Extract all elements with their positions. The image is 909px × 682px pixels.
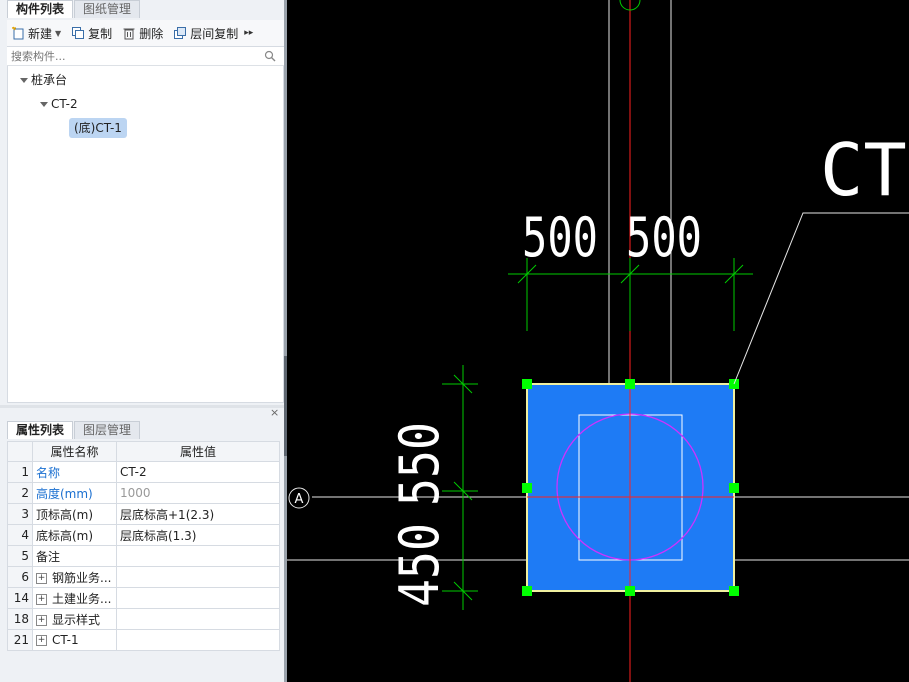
- property-table: 属性名称 属性值 1 名称 CT-2 2 高度(mm) 1000 3 顶标高(m…: [7, 441, 280, 651]
- new-button[interactable]: 新建 ▼: [11, 25, 61, 42]
- tree-node-label: 桩承台: [31, 73, 68, 87]
- tab-property-list[interactable]: 属性列表: [7, 421, 74, 439]
- property-name: 备注: [32, 545, 117, 567]
- property-value[interactable]: CT-2: [116, 461, 280, 483]
- property-name: + CT-1: [32, 629, 117, 651]
- expand-icon[interactable]: [20, 78, 28, 83]
- group-label: CT-1: [52, 633, 79, 647]
- tab-layer-manage[interactable]: 图层管理: [74, 421, 141, 439]
- property-name: + 显示样式: [32, 608, 117, 630]
- trash-icon: [123, 28, 135, 40]
- property-value[interactable]: [116, 608, 280, 630]
- expand-icon[interactable]: [40, 102, 48, 107]
- component-tabs: 构件列表 图纸管理: [7, 0, 141, 18]
- property-value[interactable]: [116, 545, 280, 567]
- property-tabs: 属性列表 图层管理: [7, 421, 141, 439]
- tree-node-label: (底)CT-1: [74, 121, 122, 135]
- tab-drawing-manage[interactable]: 图纸管理: [74, 0, 141, 18]
- tree-node-ct1[interactable]: (底)CT-1: [69, 118, 127, 138]
- row-number: 6: [7, 566, 33, 588]
- dimension-text-top-left: 500: [522, 206, 598, 269]
- table-row[interactable]: 6 + 钢筋业务...: [7, 566, 280, 588]
- delete-button[interactable]: 删除: [122, 25, 163, 42]
- property-value[interactable]: [116, 566, 280, 588]
- table-row[interactable]: 14 + 土建业务...: [7, 587, 280, 609]
- more-icon[interactable]: ▸▸: [244, 28, 253, 38]
- property-value[interactable]: 层底标高+1(2.3): [116, 503, 280, 525]
- tree-node-pile-cap[interactable]: 桩承台: [20, 70, 67, 90]
- copy-label: 复制: [88, 26, 113, 41]
- table-row[interactable]: 4 底标高(m) 层底标高(1.3): [7, 524, 280, 546]
- component-search: [7, 47, 284, 66]
- group-label: 钢筋业务...: [52, 570, 112, 585]
- component-tree: 桩承台 CT-2 (底)CT-1: [7, 66, 284, 403]
- property-value[interactable]: 层底标高(1.3): [116, 524, 280, 546]
- table-row[interactable]: 1 名称 CT-2: [7, 461, 280, 483]
- table-row[interactable]: 18 + 显示样式: [7, 608, 280, 630]
- group-label: 显示样式: [52, 612, 101, 627]
- search-input[interactable]: [7, 47, 255, 65]
- cad-canvas[interactable]: 500 500 550 450 CT- A: [287, 0, 909, 682]
- delete-label: 删除: [139, 26, 164, 41]
- expand-plus-icon[interactable]: +: [36, 635, 47, 646]
- property-value[interactable]: 1000: [116, 482, 280, 504]
- floor-copy-label: 层间复制: [190, 26, 239, 41]
- row-number: 1: [7, 461, 33, 483]
- chevron-down-icon[interactable]: ▼: [55, 29, 61, 38]
- dimension-text-left-bottom: 450: [388, 523, 451, 607]
- property-name: 高度(mm): [32, 482, 117, 504]
- copy-icon: [72, 27, 85, 39]
- table-row[interactable]: 21 + CT-1: [7, 629, 280, 651]
- table-row[interactable]: 5 备注: [7, 545, 280, 567]
- row-number: 5: [7, 545, 33, 567]
- axis-label-a: A: [295, 492, 304, 507]
- property-name: 名称: [32, 461, 117, 483]
- expand-plus-icon[interactable]: +: [36, 572, 47, 584]
- panel-splitter[interactable]: [0, 405, 284, 408]
- property-value[interactable]: [116, 629, 280, 651]
- new-icon: [12, 26, 24, 40]
- component-toolbar: 新建 ▼ 复制 删除 层间复制 ▸▸: [7, 20, 284, 47]
- group-label: 土建业务...: [52, 591, 112, 606]
- search-icon[interactable]: [264, 50, 276, 62]
- tree-node-label: CT-2: [51, 97, 78, 111]
- left-panel: 构件列表 图纸管理 新建 ▼ 复制 删除 层间复制 ▸▸ 搜索构件... 桩承台…: [0, 0, 284, 682]
- property-name: 顶标高(m): [32, 503, 117, 525]
- component-label-ct: CT-: [820, 128, 909, 212]
- floor-copy-icon: [174, 27, 187, 39]
- copy-button[interactable]: 复制: [71, 25, 112, 42]
- tree-node-ct2[interactable]: CT-2: [40, 94, 78, 114]
- row-number: 2: [7, 482, 33, 504]
- expand-plus-icon[interactable]: +: [36, 614, 47, 626]
- row-number: 21: [7, 629, 33, 651]
- dimension-text-left-top: 550: [388, 422, 451, 506]
- property-name: + 钢筋业务...: [32, 566, 117, 588]
- new-label: 新建: [28, 26, 53, 41]
- dimension-text-top-right: 500: [626, 206, 702, 269]
- property-name-header: 属性名称: [32, 441, 117, 462]
- table-row[interactable]: 2 高度(mm) 1000: [7, 482, 280, 504]
- row-number: 18: [7, 608, 33, 630]
- row-number: 4: [7, 524, 33, 546]
- property-name: + 土建业务...: [32, 587, 117, 609]
- row-number: 14: [7, 587, 33, 609]
- row-number-header: [7, 441, 33, 462]
- property-value[interactable]: [116, 587, 280, 609]
- property-value-header: 属性值: [116, 441, 280, 462]
- table-row[interactable]: 3 顶标高(m) 层底标高+1(2.3): [7, 503, 280, 525]
- tab-component-list[interactable]: 构件列表: [7, 0, 74, 18]
- row-number: 3: [7, 503, 33, 525]
- close-icon[interactable]: ×: [270, 406, 279, 419]
- property-name: 底标高(m): [32, 524, 117, 546]
- expand-plus-icon[interactable]: +: [36, 593, 47, 605]
- floor-copy-button[interactable]: 层间复制: [173, 25, 238, 42]
